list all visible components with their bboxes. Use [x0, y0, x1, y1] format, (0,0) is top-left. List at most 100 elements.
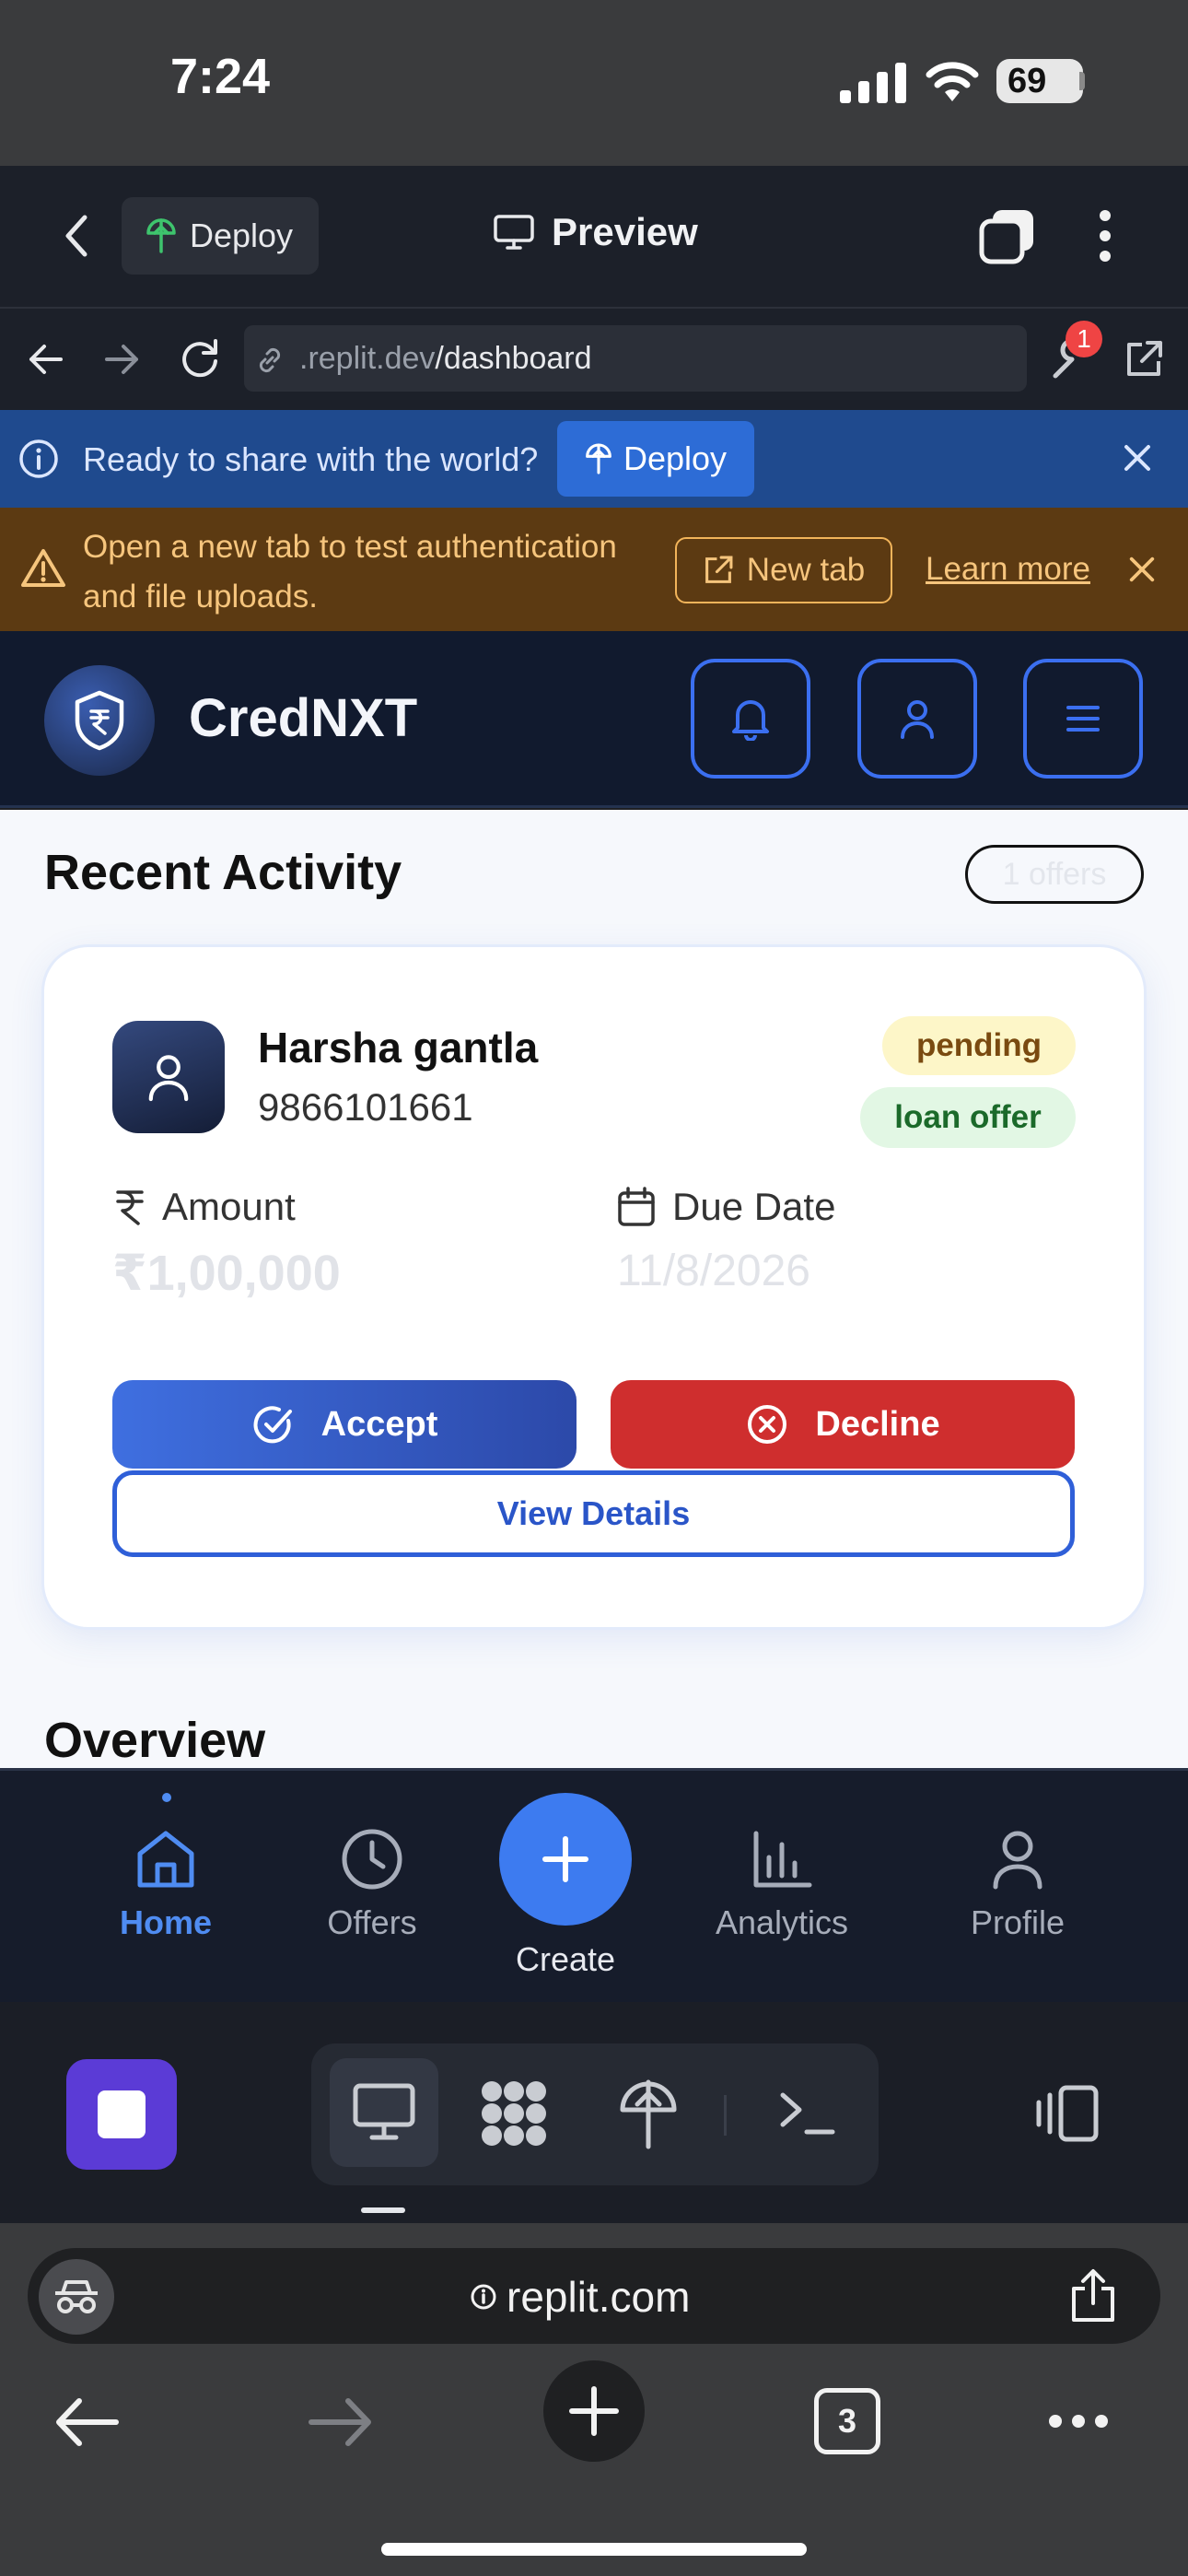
deploy-button-label: Deploy [623, 439, 728, 477]
toolbar-selection-indicator [361, 2207, 405, 2213]
home-indicator [381, 2543, 807, 2556]
x-circle-icon [748, 1405, 787, 1444]
tabs-overview-icon[interactable] [978, 206, 1037, 265]
close-icon[interactable] [1122, 442, 1153, 474]
auth-warning-text: Open a new tab to test authentication an… [83, 529, 617, 615]
rupee-icon [116, 1190, 144, 1225]
new-tab-plus-button[interactable] [543, 2360, 645, 2462]
nav-offers-label: Offers [327, 1903, 417, 1941]
calendar-icon [618, 1187, 655, 1226]
create-fab-button[interactable] [499, 1793, 632, 1926]
stop-icon [98, 2090, 146, 2138]
notifications-button[interactable] [691, 659, 810, 779]
close-icon[interactable] [1127, 555, 1157, 584]
preview-tab[interactable]: Preview [493, 210, 698, 254]
user-icon [901, 700, 934, 739]
more-vertical-icon[interactable] [1094, 208, 1116, 263]
due-date-label-row: Due Date [617, 1185, 835, 1229]
active-tab-indicator [162, 1793, 171, 1802]
share-icon[interactable] [1070, 2268, 1116, 2324]
cellular-signal-icon [840, 63, 906, 103]
amount-label-row: Amount [114, 1185, 296, 1229]
overview-title: Overview [44, 1713, 266, 1768]
status-time: 7:24 [170, 49, 271, 104]
app-header [0, 631, 1188, 808]
back-arrow-icon[interactable] [28, 343, 64, 376]
nav-analytics-label: Analytics [715, 1903, 849, 1941]
webview-url-field[interactable]: .replit.dev/dashboard [244, 325, 1027, 392]
new-tab-label: New tab [746, 552, 866, 588]
user-icon [148, 1055, 189, 1102]
nav-create-label: Create [515, 1940, 616, 1978]
deploy-tab-button[interactable]: Deploy [122, 197, 319, 275]
nav-home-label: Home [119, 1903, 213, 1941]
menu-button[interactable] [1023, 659, 1143, 779]
view-details-button[interactable]: View Details [112, 1470, 1075, 1557]
decline-button[interactable]: Decline [611, 1380, 1075, 1469]
incognito-icon [55, 2280, 98, 2313]
borrower-phone: 9866101661 [258, 1085, 473, 1129]
warning-icon [21, 549, 65, 587]
account-button[interactable] [857, 659, 977, 779]
nav-analytics[interactable]: Analytics [699, 1826, 865, 1942]
chevron-left-icon[interactable] [63, 214, 90, 258]
safari-url: replit.com [470, 2272, 690, 2322]
shield-rupee-icon [75, 690, 124, 751]
learn-more-link[interactable]: Learn more [926, 551, 1090, 588]
recent-activity-title: Recent Activity [44, 845, 402, 900]
forward-arrow-icon[interactable] [308, 2395, 374, 2449]
new-tab-button[interactable]: New tab [675, 537, 892, 603]
open-external-icon[interactable] [1124, 339, 1164, 380]
more-horizontal-icon[interactable] [1046, 2412, 1111, 2430]
nav-profile[interactable]: Profile [935, 1826, 1101, 1942]
back-arrow-icon[interactable] [53, 2395, 120, 2449]
monitor-icon [353, 2083, 415, 2140]
stop-button[interactable] [66, 2059, 177, 2170]
info-icon [19, 439, 58, 478]
offer-type-badge: loan offer [860, 1087, 1076, 1148]
plus-icon [542, 1836, 588, 1882]
info-icon [471, 2284, 496, 2310]
battery-tip [1079, 72, 1085, 90]
bar-chart-icon [753, 1831, 812, 1888]
clock-icon [342, 1829, 402, 1890]
check-circle-icon [253, 1406, 292, 1444]
nav-home[interactable]: Home [83, 1826, 249, 1942]
notification-count-badge: 1 [1066, 321, 1102, 357]
offers-count-badge: 1 offers [965, 845, 1144, 904]
link-icon [259, 347, 281, 373]
agent-icon[interactable] [479, 2078, 549, 2149]
deploy-icon [146, 218, 176, 253]
forward-arrow-icon[interactable] [103, 343, 140, 376]
toolbar-divider [724, 2095, 727, 2136]
deploy-button[interactable]: Deploy [557, 421, 754, 497]
deploy-icon[interactable] [619, 2077, 678, 2150]
deploy-icon [586, 443, 611, 474]
nav-profile-label: Profile [970, 1903, 1066, 1941]
split-pane-icon[interactable] [1033, 2084, 1100, 2143]
amount-label: Amount [162, 1185, 296, 1228]
app-brand-name: CredNXT [189, 688, 418, 748]
url-domain: .replit.dev [299, 340, 436, 376]
status-badge: pending [882, 1016, 1076, 1075]
open-external-icon [705, 556, 733, 583]
home-icon [137, 1831, 194, 1888]
borrower-name: Harsha gantla [258, 1024, 539, 1071]
avatar [112, 1021, 225, 1133]
due-date-value: 11/8/2026 [617, 1247, 810, 1295]
plus-icon [569, 2386, 619, 2436]
preview-label: Preview [552, 210, 698, 253]
nav-offers[interactable]: Offers [289, 1826, 455, 1942]
deploy-banner-text: Ready to share with the world? [83, 440, 539, 478]
accept-button[interactable]: Accept [112, 1380, 577, 1469]
decline-label: Decline [815, 1404, 940, 1444]
safari-url-text: replit.com [507, 2273, 691, 2321]
bell-icon [732, 700, 769, 741]
url-path: /dashboard [435, 340, 592, 376]
amount-value: ₹1,00,000 [112, 1246, 341, 1301]
terminal-icon[interactable] [779, 2090, 836, 2137]
privacy-button[interactable] [39, 2259, 114, 2335]
monitor-icon [494, 215, 534, 250]
refresh-icon[interactable] [179, 337, 221, 380]
tab-count-button[interactable]: 3 [814, 2388, 880, 2454]
